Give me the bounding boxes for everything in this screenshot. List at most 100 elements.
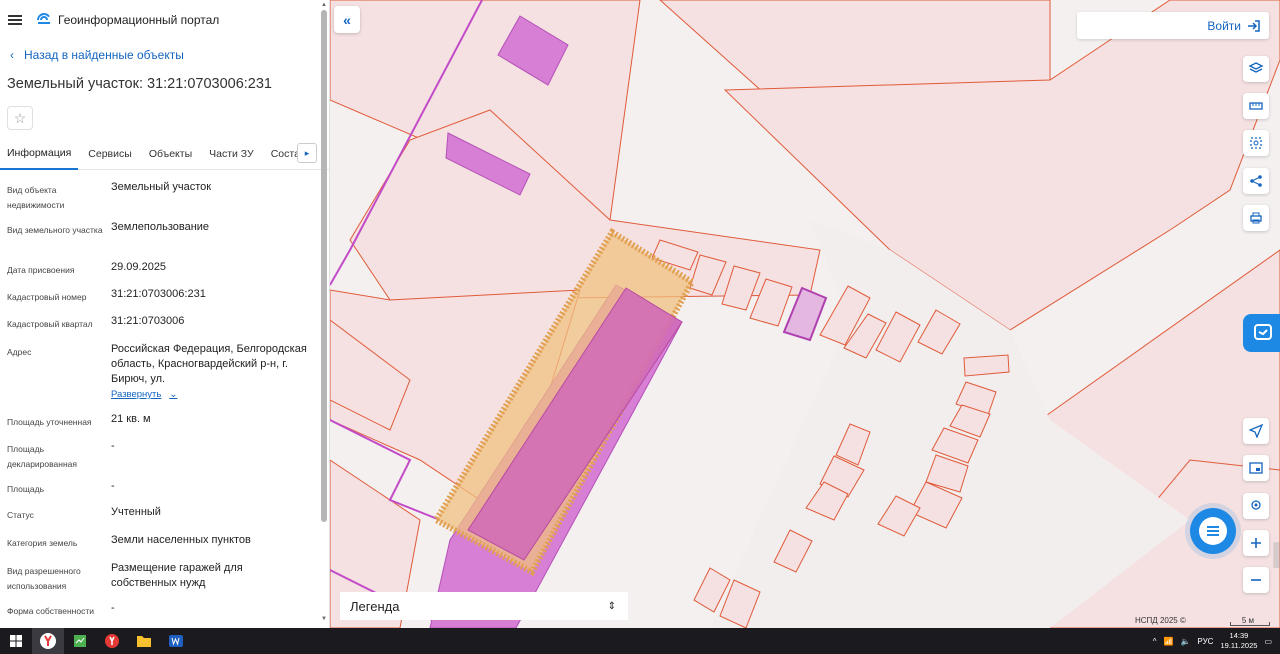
area-select-icon[interactable] bbox=[1243, 130, 1269, 156]
print-icon[interactable] bbox=[1243, 205, 1269, 231]
menu-icon[interactable] bbox=[8, 15, 22, 25]
chevron-left-icon: ‹ bbox=[10, 48, 14, 62]
map-watermark: циан bbox=[1270, 525, 1280, 580]
expand-address-link[interactable]: Развернуть ⌄ bbox=[111, 387, 177, 402]
page-title: Земельный участок: 31:21:0703006:231 bbox=[7, 76, 272, 92]
scroll-down-arrow-icon[interactable]: ▼ bbox=[321, 616, 329, 622]
property-value: Размещение гаражей для собственных нужд bbox=[111, 562, 243, 589]
layers-icon[interactable] bbox=[1243, 56, 1269, 82]
sidebar-scrollbar[interactable] bbox=[321, 10, 327, 522]
tab-objects[interactable]: Объекты bbox=[139, 138, 199, 170]
property-row: Площадь декларированная - bbox=[0, 435, 329, 475]
copyright-label: НСПД 2025 © bbox=[1135, 616, 1186, 625]
clock-time: 14:39 bbox=[1229, 631, 1249, 640]
property-key: Вид земельного участка bbox=[7, 225, 103, 235]
property-key: Кадастровый номер bbox=[7, 292, 87, 302]
back-to-results-link[interactable]: ‹ Назад в найденные объекты bbox=[0, 40, 329, 70]
info-sidebar: Геоинформационный портал ‹ Назад в найде… bbox=[0, 0, 330, 628]
property-row: Вид земельного участка Землепользование bbox=[0, 216, 329, 256]
windows-start-icon[interactable] bbox=[0, 628, 32, 654]
property-value: - bbox=[111, 480, 115, 492]
language-indicator[interactable]: РУС bbox=[1197, 637, 1213, 646]
property-row: Дата присвоения 29.09.2025 bbox=[0, 256, 329, 283]
property-key: Форма собственности bbox=[7, 606, 94, 616]
property-key: Дата присвоения bbox=[7, 265, 75, 275]
word-icon[interactable] bbox=[160, 628, 192, 654]
top-bar: Геоинформационный портал bbox=[0, 0, 329, 40]
tab-services[interactable]: Сервисы bbox=[78, 138, 139, 170]
file-explorer-icon[interactable] bbox=[128, 628, 160, 654]
property-row: Площадь - bbox=[0, 475, 329, 501]
property-value: - bbox=[111, 602, 115, 614]
chevron-down-icon: ⌄ bbox=[169, 389, 178, 400]
property-value: Учтенный bbox=[111, 506, 161, 518]
property-row: Категория земель Земли населенных пункто… bbox=[0, 529, 329, 557]
zoom-out-icon[interactable] bbox=[1243, 567, 1269, 593]
volume-icon[interactable]: 🔈 bbox=[1180, 637, 1190, 646]
property-key: Площадь декларированная bbox=[7, 444, 77, 469]
tabs-scroll-right-icon[interactable]: ▸ bbox=[297, 143, 317, 163]
scroll-up-arrow-icon[interactable]: ▲ bbox=[321, 2, 329, 8]
property-value: 31:21:0703006:231 bbox=[111, 288, 206, 300]
cadastral-map[interactable]: циан 4135771 bbox=[330, 0, 1280, 628]
map-canvas[interactable] bbox=[330, 0, 1280, 628]
minimap-icon[interactable] bbox=[1243, 455, 1269, 481]
portal-logo-icon bbox=[37, 13, 50, 24]
property-key: Категория земель bbox=[7, 538, 78, 548]
property-key: Вид объекта недвижимости bbox=[7, 185, 65, 210]
property-row: Форма собственности - bbox=[0, 597, 329, 621]
property-value: Землепользование bbox=[111, 221, 210, 233]
location-search-icon[interactable] bbox=[1243, 493, 1269, 519]
scale-bar bbox=[1230, 622, 1270, 626]
property-key: Адрес bbox=[7, 347, 32, 357]
feedback-button[interactable] bbox=[1243, 314, 1280, 352]
chat-button[interactable] bbox=[1190, 508, 1236, 554]
property-value: Земельный участок bbox=[111, 181, 212, 193]
back-link-label: Назад в найденные объекты bbox=[24, 48, 184, 62]
windows-taskbar: ^ 📶 🔈 РУС 14:39 19.11.2025 ▭ bbox=[0, 628, 1280, 654]
clock-date: 19.11.2025 bbox=[1220, 641, 1258, 650]
property-value: 21 кв. м bbox=[111, 413, 151, 425]
yandex-browser-icon[interactable] bbox=[32, 628, 64, 654]
collapse-sidebar-button[interactable]: « bbox=[334, 6, 360, 33]
login-label: Войти bbox=[1207, 18, 1241, 33]
portal-title: Геоинформационный портал bbox=[58, 13, 220, 27]
clock[interactable]: 14:39 19.11.2025 bbox=[1220, 631, 1257, 651]
property-row: Площадь уточненная 21 кв. м bbox=[0, 408, 329, 435]
property-value: 31:21:0703006 bbox=[111, 315, 185, 327]
property-key: Кадастровый квартал bbox=[7, 319, 93, 329]
ruler-icon[interactable] bbox=[1243, 93, 1269, 119]
system-tray: ^ 📶 🔈 РУС 14:39 19.11.2025 ▭ bbox=[1153, 628, 1280, 654]
tab-info[interactable]: Информация bbox=[0, 138, 79, 170]
task-manager-icon[interactable] bbox=[64, 628, 96, 654]
zoom-in-icon[interactable] bbox=[1243, 530, 1269, 556]
property-row-address: Адрес Российская Федерация, Белгородская… bbox=[0, 338, 329, 408]
property-key: Площадь уточненная bbox=[7, 417, 92, 427]
property-value: Российская Федерация, Белгородская облас… bbox=[111, 338, 329, 408]
property-list: Вид объекта недвижимости Земельный участ… bbox=[0, 170, 329, 621]
property-value: 29.09.2025 bbox=[111, 261, 167, 273]
chat-icon bbox=[1199, 517, 1227, 545]
notifications-icon[interactable]: ▭ bbox=[1264, 637, 1272, 646]
geolocation-icon[interactable] bbox=[1243, 418, 1269, 444]
property-key: Статус bbox=[7, 510, 34, 520]
property-value: - bbox=[111, 440, 115, 452]
chevron-up-icon[interactable]: ^ bbox=[1153, 637, 1157, 646]
tab-bar: Информация Сервисы Объекты Части ЗУ Сост… bbox=[0, 138, 329, 170]
property-key: Площадь bbox=[7, 484, 45, 494]
tab-land-parts[interactable]: Части ЗУ bbox=[199, 138, 261, 170]
legend-panel[interactable]: Легенда ⇕ bbox=[340, 592, 628, 620]
yandex-icon[interactable] bbox=[96, 628, 128, 654]
login-button[interactable]: Войти bbox=[1077, 12, 1269, 39]
app-window: Геоинформационный портал ‹ Назад в найде… bbox=[0, 0, 1280, 628]
address-text: Российская Федерация, Белгородская облас… bbox=[111, 343, 307, 385]
network-icon[interactable]: 📶 bbox=[1163, 637, 1173, 646]
property-row: Вид разрешенного использования Размещени… bbox=[0, 557, 329, 597]
sort-arrows-icon: ⇕ bbox=[607, 600, 616, 612]
share-icon[interactable] bbox=[1243, 168, 1269, 194]
login-icon bbox=[1248, 19, 1260, 32]
property-row: Кадастровый номер 31:21:0703006:231 bbox=[0, 283, 329, 310]
property-value: Земли населенных пунктов bbox=[111, 534, 251, 546]
legend-label: Легенда bbox=[350, 598, 400, 614]
favorite-star-icon[interactable]: ☆ bbox=[7, 106, 33, 130]
